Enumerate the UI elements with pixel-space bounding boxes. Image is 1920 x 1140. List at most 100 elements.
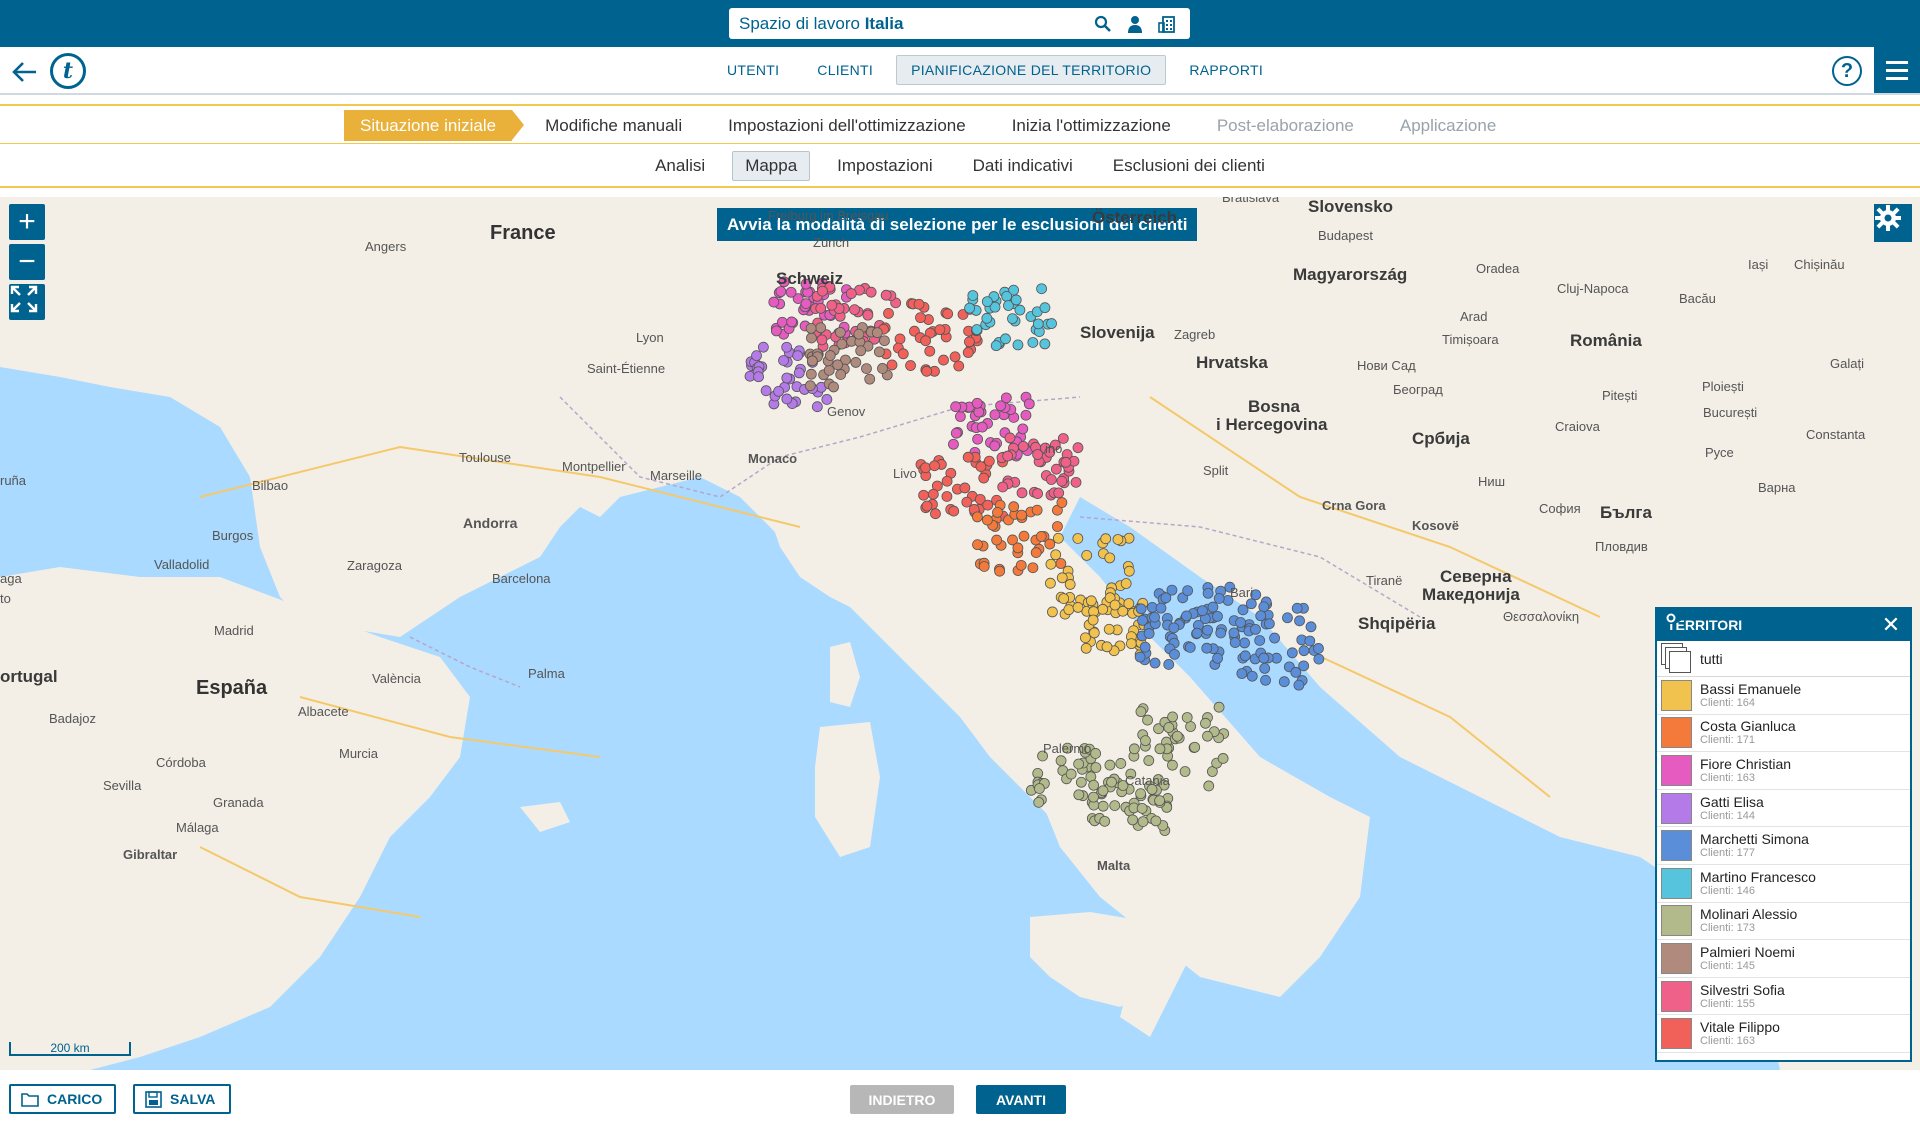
client-marker[interactable] xyxy=(879,335,890,347)
territory-row[interactable]: Palmieri Noemi Clienti: 145 xyxy=(1657,612,1910,978)
client-marker[interactable] xyxy=(1060,456,1072,468)
client-marker[interactable] xyxy=(781,341,793,353)
client-marker[interactable] xyxy=(1031,504,1043,516)
gear-icon[interactable] xyxy=(1874,204,1912,242)
client-marker[interactable] xyxy=(991,534,1003,546)
client-marker[interactable] xyxy=(1050,463,1062,475)
subtab-dati-indicativi[interactable]: Dati indicativi xyxy=(960,151,1086,181)
client-marker[interactable] xyxy=(1269,632,1281,644)
client-marker[interactable] xyxy=(981,514,993,526)
client-marker[interactable] xyxy=(760,385,772,397)
client-marker[interactable] xyxy=(920,335,932,347)
client-marker[interactable] xyxy=(1167,711,1178,723)
client-marker[interactable] xyxy=(941,475,953,487)
client-marker[interactable] xyxy=(1258,601,1270,613)
client-marker[interactable] xyxy=(1012,339,1024,351)
zoom-in-button[interactable]: + xyxy=(9,204,45,240)
client-marker[interactable] xyxy=(1106,776,1117,788)
client-marker[interactable] xyxy=(1044,538,1056,550)
client-marker[interactable] xyxy=(1294,615,1305,627)
client-marker[interactable] xyxy=(1072,533,1084,544)
territory-row[interactable]: Fiore Christian Clienti: 163 xyxy=(1657,612,1910,790)
client-marker[interactable] xyxy=(845,288,857,299)
client-marker[interactable] xyxy=(1045,558,1057,570)
client-marker[interactable] xyxy=(894,333,906,345)
client-marker[interactable] xyxy=(1097,785,1109,797)
client-marker[interactable] xyxy=(1056,497,1068,508)
client-marker[interactable] xyxy=(1090,762,1102,773)
client-marker[interactable] xyxy=(1103,623,1115,635)
client-marker[interactable] xyxy=(913,298,925,310)
client-marker[interactable] xyxy=(1263,618,1275,630)
client-marker[interactable] xyxy=(1150,815,1162,827)
client-marker[interactable] xyxy=(1142,714,1153,726)
client-marker[interactable] xyxy=(1213,701,1225,713)
client-marker[interactable] xyxy=(1100,533,1112,545)
client-marker[interactable] xyxy=(1052,521,1063,532)
client-marker[interactable] xyxy=(828,381,839,393)
client-marker[interactable] xyxy=(997,481,1009,493)
client-marker[interactable] xyxy=(1014,304,1026,316)
client-marker[interactable] xyxy=(1047,606,1058,618)
client-marker[interactable] xyxy=(835,327,846,338)
client-marker[interactable] xyxy=(1298,645,1310,657)
client-marker[interactable] xyxy=(990,340,1002,352)
client-marker[interactable] xyxy=(1259,662,1271,674)
client-marker[interactable] xyxy=(1160,592,1172,604)
client-marker[interactable] xyxy=(1090,748,1102,759)
client-marker[interactable] xyxy=(1215,627,1227,639)
client-marker[interactable] xyxy=(949,351,961,363)
client-marker[interactable] xyxy=(961,496,973,508)
client-marker[interactable] xyxy=(757,341,769,353)
client-marker[interactable] xyxy=(751,350,762,362)
client-marker[interactable] xyxy=(1139,641,1151,653)
client-marker[interactable] xyxy=(1109,800,1121,812)
territory-row[interactable]: Gatti Elisa Clienti: 144 xyxy=(1657,612,1910,828)
help-button[interactable]: ? xyxy=(1832,56,1862,86)
client-marker[interactable] xyxy=(921,365,933,377)
client-marker[interactable] xyxy=(773,385,784,397)
client-marker[interactable] xyxy=(855,345,867,357)
client-marker[interactable] xyxy=(1258,652,1270,664)
client-marker[interactable] xyxy=(1073,758,1085,770)
client-marker[interactable] xyxy=(1163,659,1175,670)
client-marker[interactable] xyxy=(1109,599,1121,611)
client-marker[interactable] xyxy=(1182,585,1194,597)
client-marker[interactable] xyxy=(1191,627,1203,639)
client-marker[interactable] xyxy=(1017,440,1029,452)
client-marker[interactable] xyxy=(1278,676,1290,688)
client-marker[interactable] xyxy=(1101,641,1113,653)
client-marker[interactable] xyxy=(1020,409,1032,421)
client-marker[interactable] xyxy=(976,421,988,433)
client-marker[interactable] xyxy=(1087,614,1099,626)
client-marker[interactable] xyxy=(1081,549,1093,561)
client-marker[interactable] xyxy=(1099,815,1111,827)
client-marker[interactable] xyxy=(1080,642,1092,654)
client-marker[interactable] xyxy=(1045,577,1056,589)
client-marker[interactable] xyxy=(1085,595,1097,607)
client-marker[interactable] xyxy=(962,347,974,358)
client-marker[interactable] xyxy=(981,296,993,308)
client-marker[interactable] xyxy=(793,367,805,379)
client-marker[interactable] xyxy=(1202,587,1214,599)
client-marker[interactable] xyxy=(806,355,818,367)
client-marker[interactable] xyxy=(1200,717,1211,729)
client-marker[interactable] xyxy=(871,327,883,339)
client-marker[interactable] xyxy=(1070,476,1082,488)
client-marker[interactable] xyxy=(1304,635,1316,647)
client-marker[interactable] xyxy=(1050,549,1062,561)
client-marker[interactable] xyxy=(942,308,954,320)
client-marker[interactable] xyxy=(897,348,909,360)
client-marker[interactable] xyxy=(770,325,782,337)
step-inizia-ottimizzazione[interactable]: Inizia l'ottimizzazione xyxy=(989,110,1194,141)
client-marker[interactable] xyxy=(1097,603,1109,615)
client-marker[interactable] xyxy=(962,451,974,463)
client-marker[interactable] xyxy=(873,346,885,358)
client-marker[interactable] xyxy=(989,409,1001,421)
user-icon[interactable] xyxy=(1122,11,1148,37)
back-arrow-icon[interactable] xyxy=(10,57,40,87)
client-marker[interactable] xyxy=(1140,735,1151,747)
client-marker[interactable] xyxy=(1012,542,1024,554)
tab-utenti[interactable]: UTENTI xyxy=(712,55,794,85)
client-marker[interactable] xyxy=(918,489,930,501)
